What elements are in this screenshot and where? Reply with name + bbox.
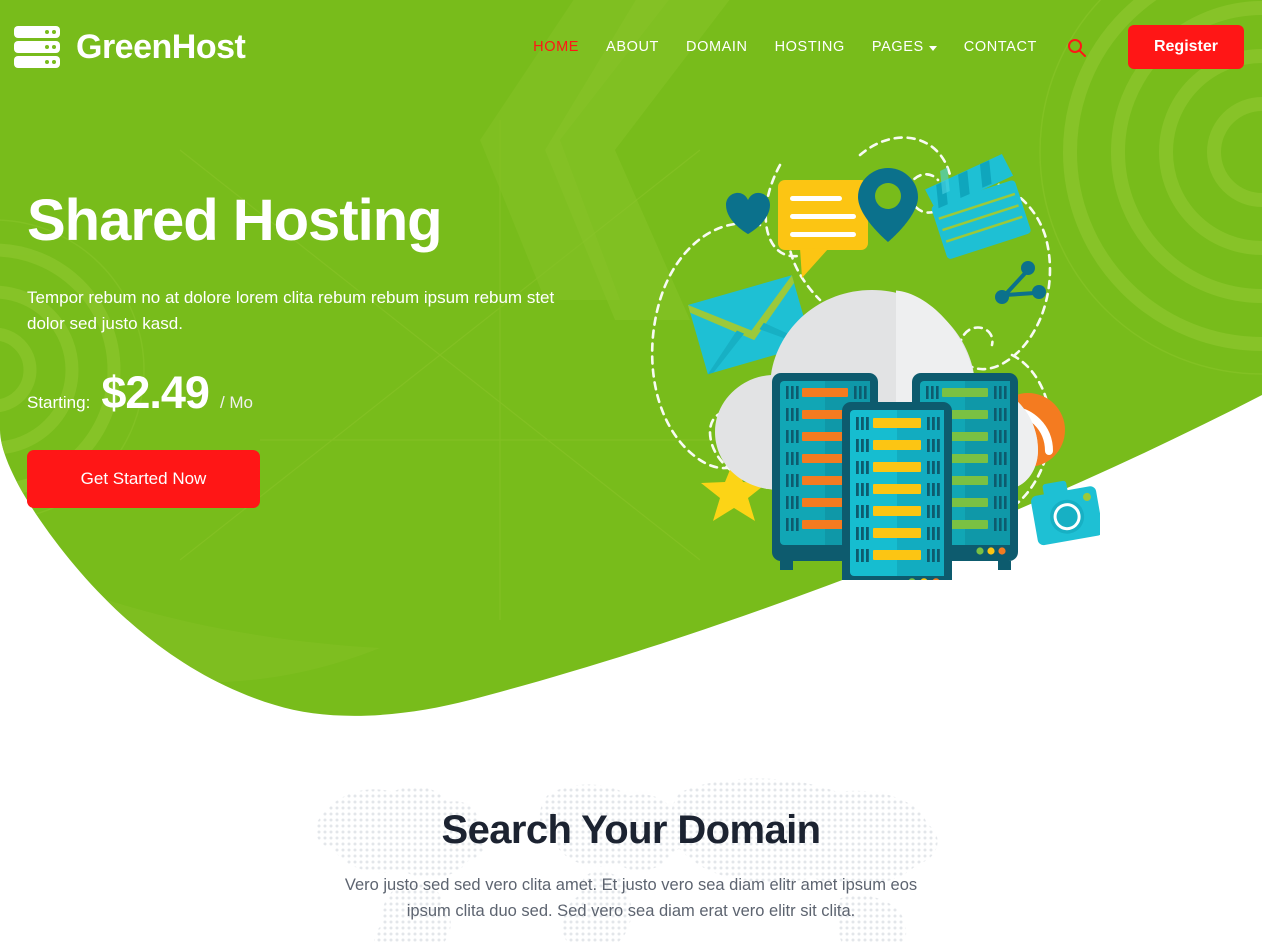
nav-item-contact[interactable]: CONTACT bbox=[964, 39, 1037, 55]
domain-heading-block: Search Your Domain Vero justo sed sed ve… bbox=[0, 760, 1262, 942]
brand-name: GreenHost bbox=[76, 28, 246, 66]
price-period: / Mo bbox=[219, 393, 253, 413]
nav-item-pages[interactable]: PAGES bbox=[872, 39, 937, 55]
chevron-down-icon bbox=[928, 45, 937, 51]
server-rack-icon bbox=[14, 26, 60, 68]
clapperboard-icon bbox=[925, 154, 1031, 259]
search-icon bbox=[1067, 38, 1086, 57]
search-domain-section: Search Your Domain Vero justo sed sed ve… bbox=[0, 760, 1262, 942]
main-navigation: HOME ABOUT DOMAIN HOSTING PAGES CONTACT … bbox=[533, 25, 1262, 69]
brand-logo[interactable]: GreenHost bbox=[14, 25, 246, 69]
site-header: GreenHost HOME ABOUT DOMAIN HOSTING PAGE… bbox=[0, 0, 1262, 94]
nav-item-home[interactable]: HOME bbox=[533, 39, 579, 55]
register-button[interactable]: Register bbox=[1127, 25, 1244, 69]
nav-item-pages-label: PAGES bbox=[871, 39, 924, 55]
camera-icon bbox=[1031, 480, 1100, 546]
hero-content: Shared Hosting Tempor rebum no at dolore… bbox=[27, 188, 587, 509]
hero-price: Starting: $2.49 / Mo bbox=[27, 367, 587, 419]
domain-description: Vero justo sed sed vero clita amet. Et j… bbox=[344, 876, 918, 921]
nav-item-about[interactable]: ABOUT bbox=[606, 39, 659, 55]
price-label: Starting: bbox=[27, 393, 91, 413]
nav-item-domain[interactable]: DOMAIN bbox=[686, 39, 748, 55]
get-started-button[interactable]: Get Started Now bbox=[27, 450, 260, 509]
heart-icon bbox=[726, 192, 770, 234]
nav-item-hosting[interactable]: HOSTING bbox=[775, 39, 845, 55]
domain-title: Search Your Domain bbox=[441, 808, 822, 852]
server-rack-center bbox=[842, 402, 952, 580]
chat-bubble-icon bbox=[778, 180, 868, 278]
hero-description: Tempor rebum no at dolore lorem clita re… bbox=[27, 287, 555, 333]
price-value: $2.49 bbox=[101, 367, 210, 419]
share-network-icon bbox=[995, 261, 1046, 304]
cloud-hosting-illustration bbox=[650, 136, 1100, 580]
hero-title: Shared Hosting bbox=[27, 188, 443, 253]
search-button[interactable] bbox=[1064, 38, 1089, 57]
